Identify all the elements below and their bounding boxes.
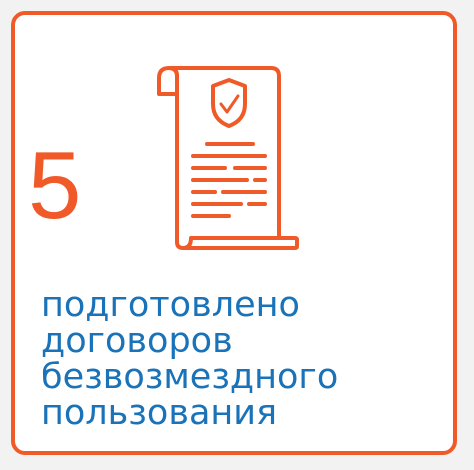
shield-icon: [211, 78, 247, 128]
contract-scroll-icon: [155, 64, 300, 252]
stat-caption: подготовлено договоров безвозмездного по…: [41, 287, 451, 431]
caption-line: пользования: [41, 393, 278, 433]
caption-line: безвозмездного: [41, 357, 339, 397]
caption-line: подготовлено: [41, 285, 300, 325]
caption-line: договоров: [41, 321, 233, 361]
stat-value: 5: [28, 132, 82, 239]
